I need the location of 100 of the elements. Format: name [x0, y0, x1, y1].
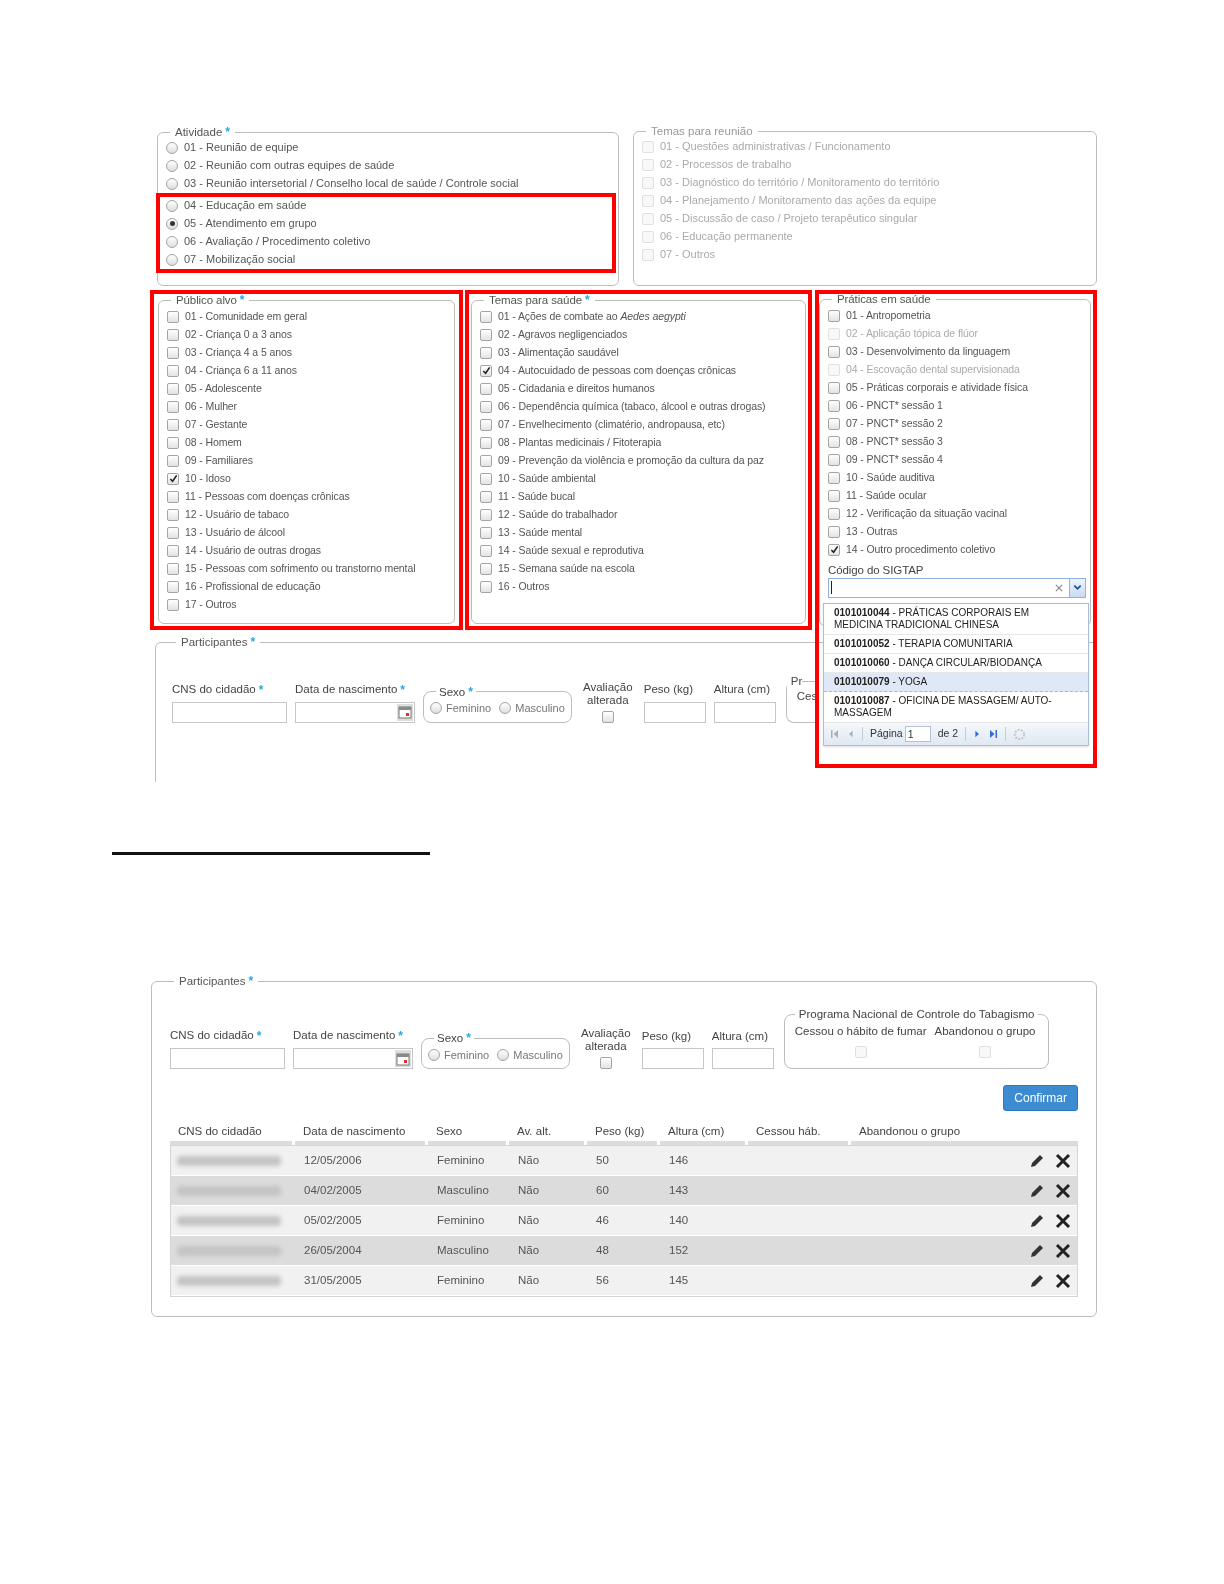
table-row[interactable]: 31/05/2005 Feminino Não 56 145 — [171, 1266, 1077, 1296]
checkbox[interactable] — [828, 417, 840, 430]
checkbox[interactable] — [480, 328, 492, 341]
option-label: 03 - Criança 4 a 5 anos — [185, 344, 292, 360]
dropdown-option[interactable]: 0101010079 - YOGA — [824, 673, 1088, 692]
checkbox[interactable] — [480, 346, 492, 359]
close-icon[interactable] — [1055, 1242, 1071, 1259]
checkbox[interactable] — [167, 382, 179, 395]
checkbox[interactable] — [480, 490, 492, 503]
option-label: 05 - Discussão de caso / Projeto terapêutico singular — [660, 211, 918, 227]
close-icon[interactable] — [1055, 1212, 1071, 1229]
pencil-icon[interactable] — [1029, 1272, 1045, 1289]
checkbox[interactable] — [167, 508, 179, 521]
option-label: 03 - Alimentação saudável — [498, 344, 619, 360]
checkbox[interactable] — [167, 526, 179, 539]
page-field[interactable]: 1 — [904, 726, 931, 742]
checkbox[interactable] — [480, 364, 492, 377]
calendar-icon[interactable] — [396, 1051, 410, 1066]
checkbox[interactable] — [480, 310, 492, 323]
checkbox[interactable] — [167, 472, 179, 485]
checkbox[interactable] — [167, 562, 179, 575]
previous-page-icon[interactable] — [847, 729, 855, 739]
refresh-icon[interactable] — [1013, 727, 1027, 741]
text-field[interactable] — [641, 1048, 704, 1069]
pencil-icon[interactable] — [1029, 1242, 1045, 1259]
pencil-icon[interactable] — [1029, 1152, 1045, 1169]
checkbox[interactable] — [480, 508, 492, 521]
field-label: Código do SIGTAP — [828, 562, 925, 578]
date-field[interactable] — [293, 1048, 413, 1069]
checkbox[interactable] — [828, 345, 840, 358]
checkbox[interactable] — [480, 580, 492, 593]
confirm-button[interactable]: Confirmar — [1003, 1085, 1078, 1111]
group-legend: Temas para reunião — [651, 125, 753, 137]
checkbox[interactable] — [167, 490, 179, 503]
radio-button[interactable] — [428, 1048, 440, 1061]
date-field[interactable] — [295, 701, 415, 723]
checkbox[interactable] — [828, 525, 840, 538]
checkbox[interactable] — [167, 598, 179, 611]
option-label: 07 - Mobilização social — [184, 252, 296, 268]
checkbox[interactable] — [167, 310, 179, 323]
checkbox[interactable] — [828, 507, 840, 520]
dropdown-option[interactable]: 0101010052 - TERAPIA COMUNITARIA — [824, 635, 1088, 654]
table-row[interactable]: 12/05/2006 Feminino Não 50 146 — [171, 1146, 1077, 1176]
checkbox[interactable] — [167, 454, 179, 467]
checkbox[interactable] — [828, 399, 840, 412]
radio-button[interactable] — [166, 141, 178, 154]
checkbox[interactable] — [828, 381, 840, 394]
checkbox[interactable] — [480, 472, 492, 485]
text-field[interactable] — [170, 1048, 285, 1069]
radio-button[interactable] — [166, 199, 178, 212]
text-field[interactable] — [172, 701, 287, 723]
checkbox[interactable] — [167, 436, 179, 449]
checkbox[interactable] — [828, 471, 840, 484]
clear-icon[interactable] — [1055, 583, 1063, 592]
table-row[interactable]: 04/02/2005 Masculino Não 60 143 — [171, 1176, 1077, 1206]
checkbox[interactable] — [167, 418, 179, 431]
checkbox[interactable] — [167, 544, 179, 557]
checkbox[interactable] — [167, 364, 179, 377]
pencil-icon[interactable] — [1029, 1212, 1045, 1229]
checkbox[interactable] — [828, 543, 840, 556]
text-field[interactable] — [643, 701, 706, 723]
checkbox[interactable] — [828, 453, 840, 466]
checkbox[interactable] — [480, 454, 492, 467]
checkbox[interactable] — [480, 562, 492, 575]
close-icon[interactable] — [1055, 1152, 1071, 1169]
checkbox[interactable] — [828, 489, 840, 502]
radio-button[interactable] — [166, 217, 178, 230]
first-page-icon[interactable] — [830, 729, 840, 739]
checkbox[interactable] — [480, 526, 492, 539]
checkbox[interactable] — [480, 400, 492, 413]
text-field[interactable] — [711, 1048, 774, 1069]
calendar-icon[interactable] — [398, 705, 412, 719]
checkbox[interactable] — [480, 418, 492, 431]
radio-button[interactable] — [497, 1048, 510, 1061]
close-icon[interactable] — [1055, 1182, 1071, 1199]
dropdown-option[interactable]: 0101010044 - PRÁTICAS CORPORAIS EM MEDICINA TRADICIONAL CHINESA — [824, 604, 1088, 635]
checkbox[interactable] — [167, 346, 179, 359]
checkbox[interactable] — [601, 710, 614, 723]
dropdown-button[interactable] — [1069, 578, 1085, 597]
checkbox[interactable] — [828, 309, 840, 322]
radio-button[interactable] — [166, 159, 178, 172]
checkbox[interactable] — [167, 400, 179, 413]
radio-button[interactable] — [166, 253, 178, 266]
checkbox[interactable] — [480, 382, 492, 395]
checkbox[interactable] — [167, 328, 179, 341]
checkbox[interactable] — [480, 436, 492, 449]
table-row[interactable]: 05/02/2005 Feminino Não 46 140 — [171, 1206, 1077, 1236]
radio-button[interactable] — [499, 702, 512, 715]
pencil-icon[interactable] — [1029, 1182, 1045, 1199]
close-icon[interactable] — [1055, 1272, 1071, 1289]
checkbox[interactable] — [599, 1057, 612, 1069]
radio-button[interactable] — [166, 177, 178, 190]
checkbox[interactable] — [167, 580, 179, 593]
table-row[interactable]: 26/05/2004 Masculino Não 48 152 — [171, 1236, 1077, 1266]
checkbox[interactable] — [828, 435, 840, 448]
last-page-icon[interactable] — [988, 729, 999, 739]
radio-button[interactable] — [430, 702, 442, 715]
text-field[interactable] — [713, 701, 776, 723]
radio-button[interactable] — [166, 235, 178, 248]
checkbox[interactable] — [480, 544, 492, 557]
